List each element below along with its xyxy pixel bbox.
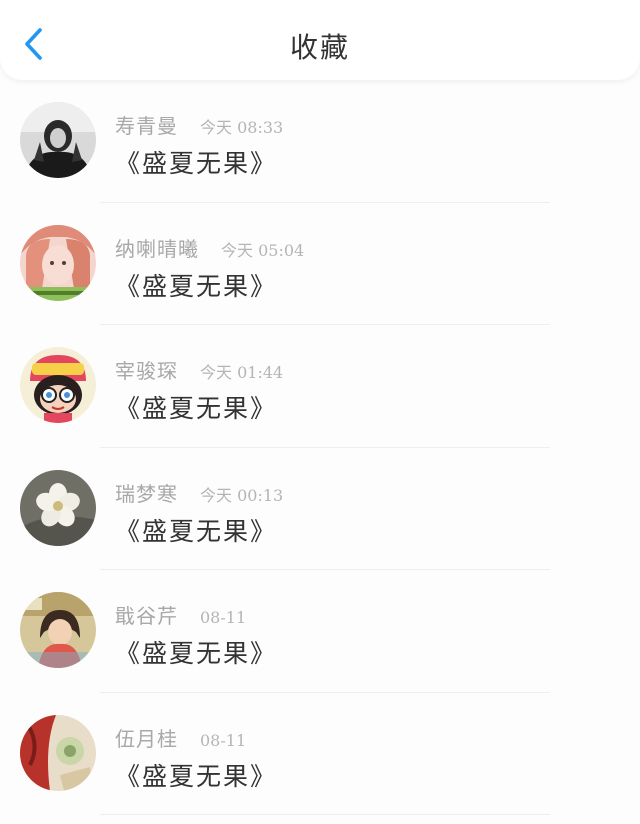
favorite-author-name: 宰骏琛 (115, 359, 178, 383)
favorite-content: 《盛夏无果》 (115, 516, 278, 546)
favorite-content: 《盛夏无果》 (115, 639, 278, 668)
avatar[interactable] (20, 347, 96, 423)
avatar-anime-girl-icon (20, 592, 96, 668)
list-item[interactable]: 伍月桂 08-11 《盛夏无果》 (0, 693, 640, 815)
avatar-girl-pink-hair-icon (20, 224, 96, 301)
favorites-list: 寿青曼 今天 08:33 《盛夏无果》 纳喇晴曦 今天 05:04 《盛夏无果》… (0, 80, 640, 815)
favorite-content: 《盛夏无果》 (115, 394, 278, 423)
favorite-content: 《盛夏无果》 (115, 761, 278, 791)
favorite-timestamp: 今天 00:13 (200, 485, 284, 505)
top-nav-bar: 收藏 (0, 0, 640, 80)
favorite-timestamp: 08-11 (200, 730, 247, 750)
page-title: 收藏 (289, 31, 350, 64)
avatar[interactable] (20, 592, 96, 668)
avatar[interactable] (20, 102, 96, 178)
item-divider (100, 814, 550, 815)
list-item[interactable]: 戢谷芹 08-11 《盛夏无果》 (0, 570, 640, 693)
favorite-author-name: 瑞梦寒 (115, 481, 178, 506)
avatar-person-dark-icon (20, 102, 96, 178)
favorite-content: 《盛夏无果》 (115, 149, 278, 178)
list-item[interactable]: 瑞梦寒 今天 00:13 《盛夏无果》 (0, 448, 640, 570)
favorite-timestamp: 今天 01:44 (200, 363, 284, 382)
list-item[interactable]: 纳喇晴曦 今天 05:04 《盛夏无果》 (0, 203, 640, 325)
favorite-author-name: 戢谷芹 (115, 604, 178, 628)
avatar[interactable] (20, 469, 96, 546)
favorite-timestamp: 今天 05:04 (221, 240, 305, 260)
list-item[interactable]: 寿青曼 今天 08:33 《盛夏无果》 (0, 80, 640, 203)
favorite-author-name: 伍月桂 (115, 726, 178, 751)
favorite-author-name: 纳喇晴曦 (115, 236, 199, 261)
avatar[interactable] (20, 714, 96, 791)
avatar-white-flower-icon (20, 469, 96, 546)
favorite-author-name: 寿青曼 (115, 114, 178, 138)
avatar[interactable] (20, 224, 96, 301)
avatar-red-illustration-icon (20, 714, 96, 791)
favorite-timestamp: 08-11 (200, 608, 247, 627)
favorite-content: 《盛夏无果》 (115, 271, 278, 301)
favorites-screen: 收藏 寿青曼 今天 08:33 《盛夏无果》 纳喇晴曦 今天 05:04 《盛夏… (0, 0, 640, 824)
favorite-timestamp: 今天 08:33 (200, 118, 284, 137)
list-item[interactable]: 宰骏琛 今天 01:44 《盛夏无果》 (0, 325, 640, 448)
avatar-cartoon-arale-icon (20, 347, 96, 423)
